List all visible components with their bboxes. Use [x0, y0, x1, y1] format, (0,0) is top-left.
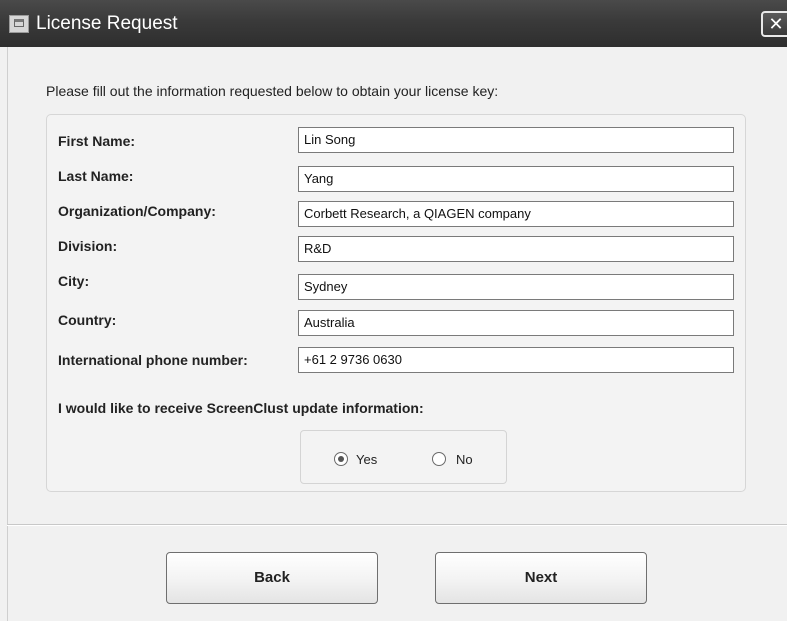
organization-label: Organization/Company:: [58, 203, 216, 219]
yes-radio-label[interactable]: Yes: [356, 452, 377, 467]
license-request-window: License Request ✕ Please fill out the in…: [0, 0, 787, 621]
first-name-label: First Name:: [58, 133, 136, 149]
country-label: Country:: [58, 312, 117, 328]
updates-radio-group: [300, 430, 507, 484]
phone-label: International phone number:: [58, 352, 248, 368]
last-name-label: Last Name:: [58, 168, 134, 184]
city-input[interactable]: Sydney: [298, 274, 734, 300]
footer-separator: [7, 524, 787, 526]
division-input[interactable]: R&D: [298, 236, 734, 262]
instruction-text: Please fill out the information requeste…: [46, 83, 499, 99]
close-button[interactable]: ✕: [761, 11, 787, 37]
no-radio-label[interactable]: No: [456, 452, 473, 467]
no-radio[interactable]: [432, 452, 446, 466]
updates-question: I would like to receive ScreenClust upda…: [58, 400, 424, 416]
license-app-icon: [9, 15, 29, 33]
division-label: Division:: [58, 238, 118, 254]
country-input[interactable]: Australia: [298, 310, 734, 336]
first-name-input[interactable]: Lin Song: [298, 127, 734, 153]
organization-input[interactable]: Corbett Research, a QIAGEN company: [298, 201, 734, 227]
title-bar[interactable]: License Request ✕: [0, 0, 787, 47]
close-icon: ✕: [768, 14, 784, 34]
city-label: City:: [58, 273, 90, 289]
phone-input[interactable]: +61 2 9736 0630: [298, 347, 734, 373]
last-name-input[interactable]: Yang: [298, 166, 734, 192]
yes-radio[interactable]: [334, 452, 348, 466]
window-title: License Request: [36, 13, 178, 34]
back-button[interactable]: Back: [166, 552, 378, 604]
next-button[interactable]: Next: [435, 552, 647, 604]
